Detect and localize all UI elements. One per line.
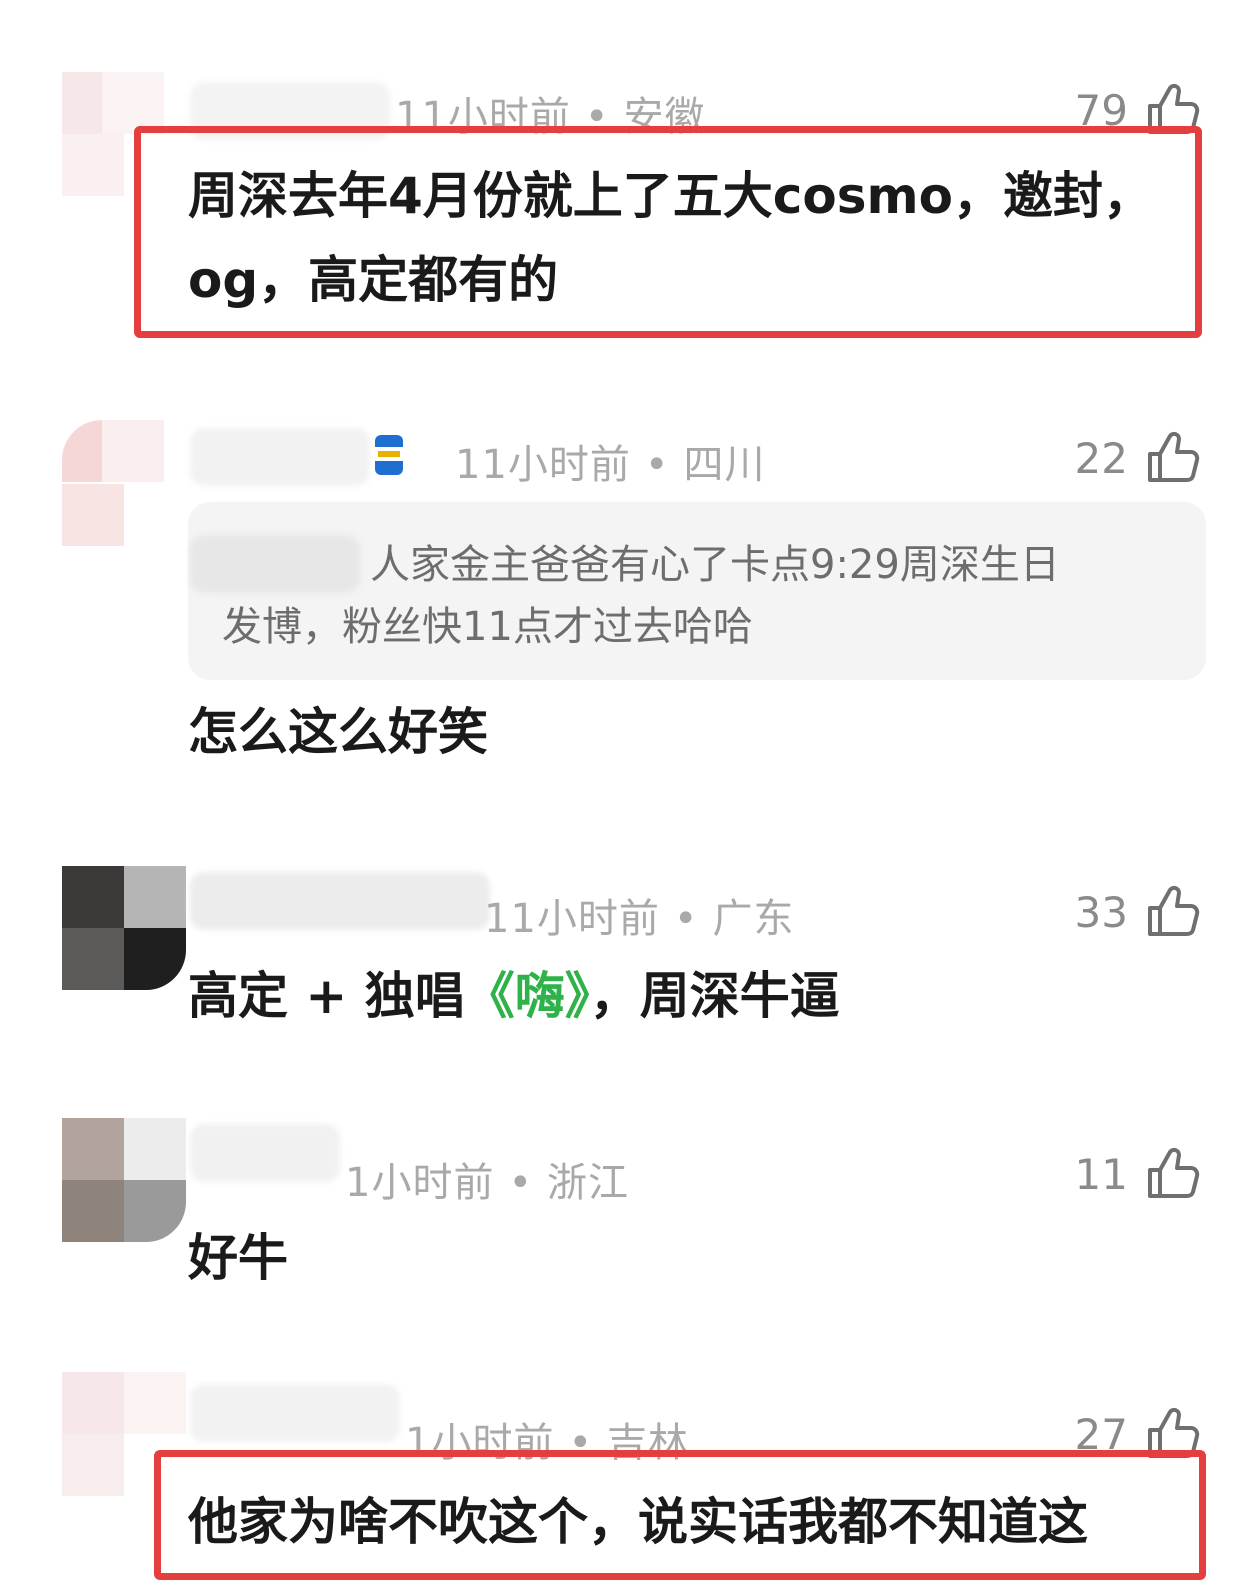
comment-time: 1小时前 [345,1160,495,1206]
like-count: 11 [1074,1149,1128,1199]
avatar[interactable] [40,420,164,550]
quoted-username-blurred [190,535,360,593]
comment-meta: 1小时前 • 浙江 [345,1160,630,1206]
comment-time: 11小时前 [455,442,631,488]
like-count: 33 [1074,887,1128,937]
username-blurred[interactable] [190,872,490,930]
avatar[interactable] [40,1118,186,1248]
like-button[interactable]: 33 [1075,882,1202,942]
like-button[interactable]: 11 [1075,1144,1202,1204]
comment-region: 四川 [683,442,766,488]
quoted-text-line2: 发博，粉丝快11点才过去哈哈 [222,604,753,650]
comment-meta: 11小时前 • 四川 [455,442,766,488]
song-link[interactable]: 《嗨》 [465,967,590,1025]
comment-region: 广东 [712,896,795,942]
avatar[interactable] [40,1372,186,1502]
thumbs-up-icon [1142,428,1202,488]
comment-meta: 11小时前 • 广东 [484,896,795,942]
avatar[interactable] [40,866,186,996]
comment-text: 高定 + 独唱《嗨》，周深牛逼 [188,967,840,1025]
comment-time: 11小时前 [484,896,660,942]
username-blurred[interactable] [190,1124,340,1182]
comment-text: 好牛 [188,1229,288,1287]
quoted-text-line1: 人家金主爸爸有心了卡点9:29周深生日 [370,542,1060,588]
username-blurred[interactable] [190,1384,400,1442]
drink-can-icon [375,435,403,475]
comment-text: 他家为啥不吹这个，说实话我都不知道这 [188,1493,1088,1551]
like-button[interactable]: 22 [1075,428,1202,488]
comment-text: 怎么这么好笑 [188,703,488,761]
thumbs-up-icon [1142,1144,1202,1204]
username-blurred[interactable] [190,428,370,486]
thumbs-up-icon [1142,882,1202,942]
comment-text: 周深去年4月份就上了五大cosmo，邀封， og，高定都有的 [188,167,1153,309]
like-count: 22 [1074,433,1128,483]
comment-region: 浙江 [547,1160,630,1206]
